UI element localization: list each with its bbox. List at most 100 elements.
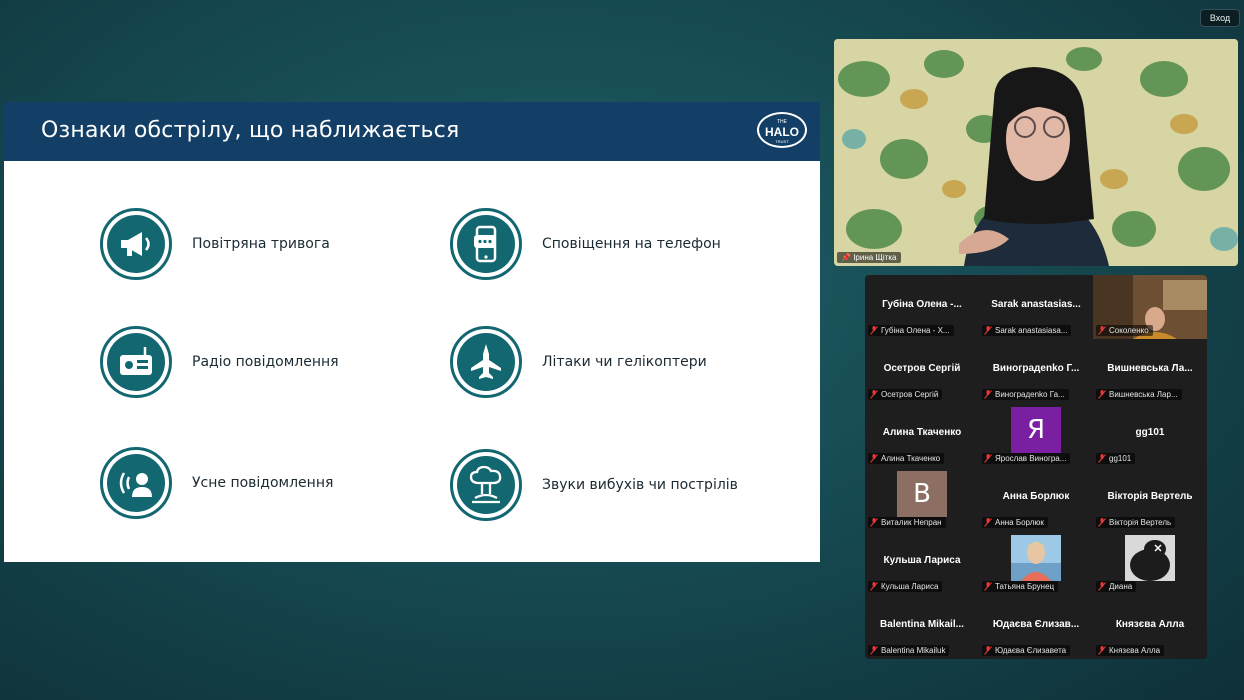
mic-muted-icon bbox=[870, 390, 878, 399]
participant-name-tag: Юдаєва Єлизавета bbox=[982, 645, 1071, 656]
participant-display-name: Кульша Лариса bbox=[883, 555, 961, 566]
participant-gallery[interactable]: Губіна Олена -... Губіна Олена - Х... Sa… bbox=[865, 275, 1207, 659]
sign-label: Звуки вибухів чи пострілів bbox=[542, 477, 738, 493]
participant-tile[interactable]: Диана bbox=[1093, 531, 1207, 595]
mic-muted-icon bbox=[984, 390, 992, 399]
participant-tile[interactable]: Вікторія Вертель Вікторія Вертель bbox=[1093, 467, 1207, 531]
avatar bbox=[1125, 535, 1175, 581]
fighter-jet-icon bbox=[450, 326, 522, 398]
participant-name-tag: Диана bbox=[1096, 581, 1137, 592]
participant-tile[interactable]: Вишневська Ла... Вишневська Лар... bbox=[1093, 339, 1207, 403]
participant-tile[interactable]: Осетров Сергій Осетров Сергій bbox=[865, 339, 979, 403]
participant-name-tag: Balentina Mikailuk bbox=[868, 645, 950, 656]
sign-label: Літаки чи гелікоптери bbox=[542, 354, 707, 370]
participant-tile[interactable]: Sarak anastasias... Sarak anastasiasa... bbox=[979, 275, 1093, 339]
sign-item-radio: Радіо повідомлення bbox=[100, 326, 339, 398]
mic-muted-icon bbox=[984, 646, 992, 655]
participant-display-name: Вікторія Вертель bbox=[1107, 491, 1193, 502]
shared-slide: Ознаки обстрілу, що наближається THE HAL… bbox=[4, 102, 820, 562]
mic-muted-icon bbox=[870, 582, 878, 591]
explosion-icon bbox=[450, 449, 522, 521]
speaker-name-tag: 📌 Ірина Щітка bbox=[837, 252, 901, 263]
participant-display-name: Алина Ткаченко bbox=[882, 427, 962, 438]
participant-tile[interactable]: Виноградenko Г... Виноградenko Га... bbox=[979, 339, 1093, 403]
slide-header: Ознаки обстрілу, що наближається THE HAL… bbox=[4, 102, 820, 161]
participant-name-tag: Sarak anastasiasa... bbox=[982, 325, 1072, 336]
megaphone-icon bbox=[100, 208, 172, 280]
active-speaker-video[interactable]: 📌 Ірина Щітка bbox=[834, 39, 1238, 266]
participant-tile-video[interactable]: Соколенко bbox=[1093, 275, 1207, 339]
mic-muted-icon bbox=[870, 326, 878, 335]
participant-tile[interactable]: Анна Борлюк Анна Борлюк bbox=[979, 467, 1093, 531]
participant-tile[interactable]: Губіна Олена -... Губіна Олена - Х... bbox=[865, 275, 979, 339]
participant-display-name: gg101 bbox=[1135, 427, 1165, 438]
participant-tile[interactable]: Князєва Алла Князєва Алла bbox=[1093, 595, 1207, 659]
participant-name-tag: Ярослав Виногра... bbox=[982, 453, 1071, 464]
participant-display-name: Юдаєва Єлизав... bbox=[992, 619, 1080, 630]
mic-muted-icon bbox=[984, 582, 992, 591]
sign-label: Усне повідомлення bbox=[192, 475, 334, 491]
phone-message-icon bbox=[450, 208, 522, 280]
mic-muted-icon bbox=[870, 518, 878, 527]
person-speaking-icon bbox=[100, 447, 172, 519]
sign-label: Повітряна тривога bbox=[192, 236, 330, 252]
participant-display-name: Осетров Сергій bbox=[883, 363, 961, 374]
mic-muted-icon bbox=[870, 454, 878, 463]
participant-name-tag: Князєва Алла bbox=[1096, 645, 1165, 656]
mic-muted-icon bbox=[1098, 646, 1106, 655]
participant-display-name: Анна Борлюк bbox=[1002, 491, 1070, 502]
participant-name-tag: Алина Ткаченко bbox=[868, 453, 945, 464]
sign-item-verbal: Усне повідомлення bbox=[100, 447, 333, 519]
sign-item-explosions: Звуки вибухів чи пострілів bbox=[450, 449, 738, 521]
participant-display-name: Виноградenko Г... bbox=[992, 363, 1080, 374]
mic-muted-icon bbox=[984, 326, 992, 335]
avatar: В bbox=[897, 471, 947, 517]
participant-tile[interactable]: В Виталик Непран bbox=[865, 467, 979, 531]
participant-name-tag: Соколенко bbox=[1096, 325, 1153, 336]
sign-item-aircraft: Літаки чи гелікоптери bbox=[450, 326, 707, 398]
participant-tile[interactable]: Юдаєва Єлизав... Юдаєва Єлизавета bbox=[979, 595, 1093, 659]
participant-name-tag: gg101 bbox=[1096, 453, 1136, 464]
participant-display-name: Вишневська Ла... bbox=[1107, 363, 1193, 374]
mic-muted-icon bbox=[1098, 390, 1106, 399]
mic-muted-icon bbox=[870, 646, 878, 655]
radio-icon bbox=[100, 326, 172, 398]
halo-trust-logo: THE HALO TRUST bbox=[757, 112, 807, 148]
sign-in-button[interactable]: Вход bbox=[1200, 9, 1240, 27]
mic-muted-icon bbox=[1098, 454, 1106, 463]
sign-label: Радіо повідомлення bbox=[192, 354, 339, 370]
logo-line-2: HALO bbox=[765, 125, 799, 139]
sign-label: Сповіщення на телефон bbox=[542, 236, 721, 252]
participant-tile[interactable]: Алина Ткаченко Алина Ткаченко bbox=[865, 403, 979, 467]
mic-muted-icon bbox=[984, 454, 992, 463]
speaker-name: Ірина Щітка bbox=[853, 253, 897, 262]
participant-tile[interactable]: Татьяна Брунец bbox=[979, 531, 1093, 595]
participant-display-name: Губіна Олена -... bbox=[882, 299, 962, 310]
sign-item-air-raid: Повітряна тривога bbox=[100, 208, 330, 280]
participant-tile[interactable]: gg101 gg101 bbox=[1093, 403, 1207, 467]
logo-line-3: TRUST bbox=[775, 139, 789, 144]
participant-display-name: Balentina Mikail... bbox=[880, 619, 964, 630]
participant-name-tag: Татьяна Брунец bbox=[982, 581, 1059, 592]
mic-muted-icon bbox=[1098, 518, 1106, 527]
avatar bbox=[1011, 535, 1061, 581]
participant-tile[interactable]: Я Ярослав Виногра... bbox=[979, 403, 1093, 467]
participant-name-tag: Вікторія Вертель bbox=[1096, 517, 1176, 528]
pin-icon: 📌 bbox=[841, 253, 851, 262]
participant-tile[interactable]: Balentina Mikail... Balentina Mikailuk bbox=[865, 595, 979, 659]
participant-name-tag: Губіна Олена - Х... bbox=[868, 325, 954, 336]
participant-name-tag: Вишневська Лар... bbox=[1096, 389, 1182, 400]
participant-tile[interactable]: Кульша Лариса Кульша Лариса bbox=[865, 531, 979, 595]
avatar: Я bbox=[1011, 407, 1061, 453]
mic-muted-icon bbox=[984, 518, 992, 527]
speaker-video-image bbox=[834, 39, 1238, 266]
slide-title: Ознаки обстрілу, що наближається bbox=[41, 118, 460, 143]
participant-display-name: Sarak anastasias... bbox=[991, 299, 1081, 310]
mic-muted-icon bbox=[1098, 326, 1106, 335]
participant-name-tag: Анна Борлюк bbox=[982, 517, 1048, 528]
sign-item-phone: Сповіщення на телефон bbox=[450, 208, 721, 280]
participant-name-tag: Осетров Сергій bbox=[868, 389, 943, 400]
participant-name-tag: Виноградenko Га... bbox=[982, 389, 1069, 400]
mic-muted-icon bbox=[1098, 582, 1106, 591]
participant-name-tag: Кульша Лариса bbox=[868, 581, 943, 592]
